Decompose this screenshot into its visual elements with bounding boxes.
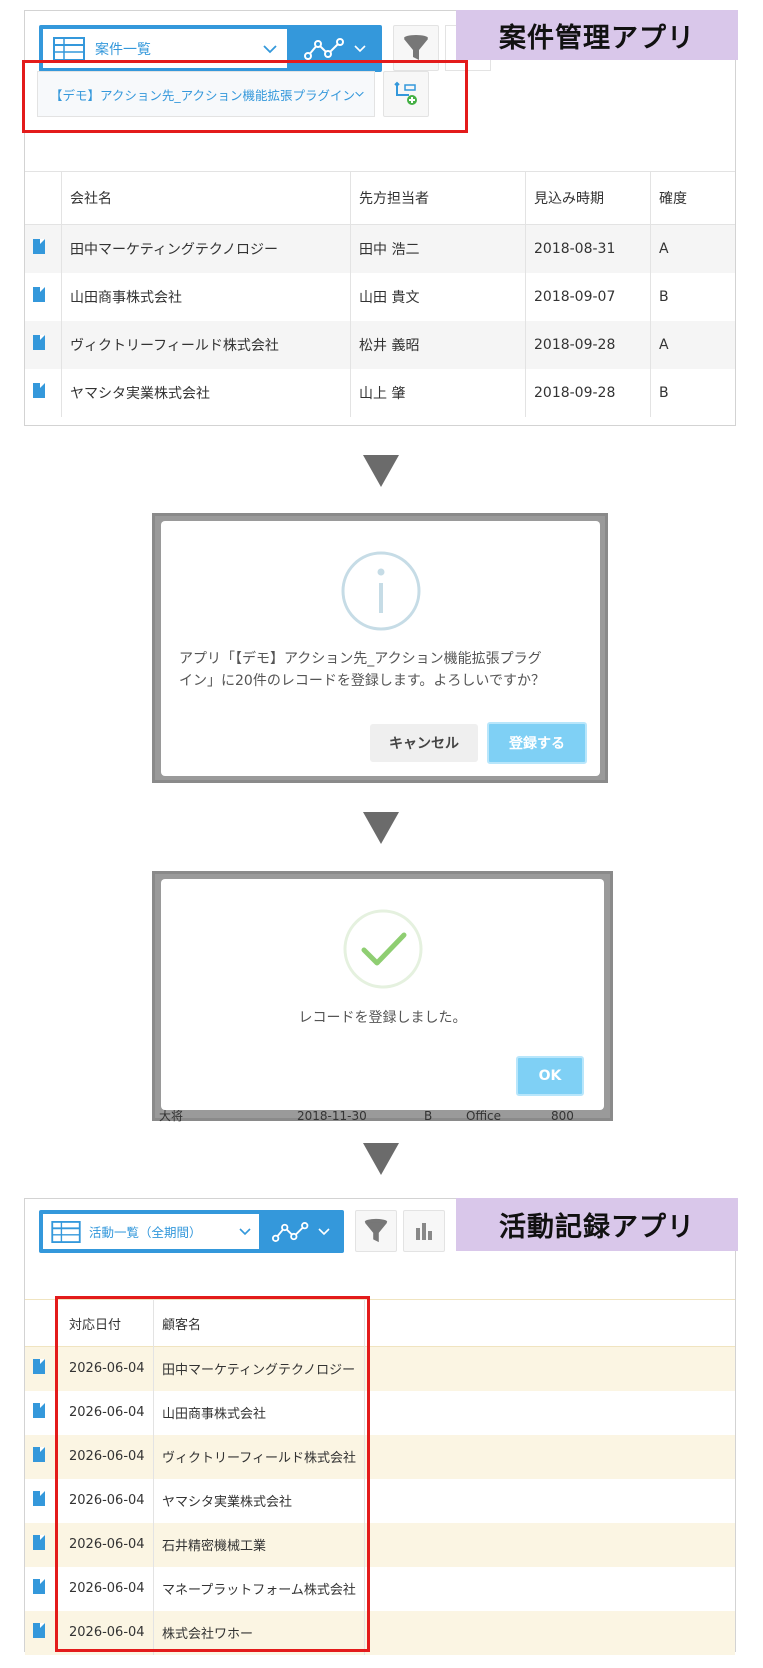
table-row[interactable]: ヴィクトリーフィールド株式会社 松井 義昭 2018-09-28 A (25, 320, 735, 369)
done-message: レコードを登録しました。 (298, 1010, 467, 1026)
bg-cell: 大将 (159, 1110, 184, 1123)
column-header[interactable]: 先方担当者 (350, 171, 526, 225)
column-header[interactable]: 見込み時期 (525, 171, 651, 225)
chart-button[interactable] (403, 1210, 445, 1252)
table-view-icon (51, 1220, 81, 1243)
highlight-plugin-area (22, 60, 468, 133)
record-detail-icon[interactable] (33, 1535, 45, 1550)
cell-company: ヴィクトリーフィールド株式会社 (61, 320, 351, 369)
app-label-activity: 活動記録アプリ (456, 1198, 738, 1251)
graph-icon (304, 37, 344, 60)
filter-icon (364, 1218, 388, 1243)
cell-contact: 田中 浩二 (350, 224, 526, 273)
confirm-dialog: アプリ「【デモ】アクション先_アクション機能拡張プラグ イン」に20件のレコード… (161, 521, 600, 776)
record-detail-icon[interactable] (33, 335, 45, 350)
graph-icon (272, 1221, 309, 1242)
cell-rank: B (659, 288, 669, 305)
cell-date: 2018-09-28 (525, 368, 651, 417)
background-row: 大将 2018-11-30 B Office 800 (159, 1110, 609, 1124)
case-table: 会社名 先方担当者 見込み時期 確度 田中マーケティングテクノロジー 田中 浩二… (25, 171, 735, 417)
app-label-case: 案件管理アプリ (456, 10, 738, 60)
bg-cell: B (424, 1110, 433, 1123)
cell-date: 2018-08-31 (525, 224, 651, 273)
cell-date: 2018-09-28 (525, 320, 651, 369)
done-dialog: レコードを登録しました。 OK (161, 879, 604, 1110)
flow-arrow (363, 455, 399, 487)
table-row[interactable]: 田中マーケティングテクノロジー 田中 浩二 2018-08-31 A (25, 224, 735, 273)
filter-icon (404, 35, 428, 60)
highlight-new-records (55, 1296, 370, 1652)
bg-cell: 2018-11-30 (297, 1110, 367, 1123)
cell-contact: 山上 肇 (350, 368, 526, 417)
record-detail-icon[interactable] (33, 1447, 45, 1462)
record-detail-icon[interactable] (33, 1579, 45, 1594)
ok-button[interactable]: OK (516, 1056, 584, 1096)
cell-rank: A (659, 336, 669, 353)
confirm-message: アプリ「【デモ】アクション先_アクション機能拡張プラグ イン」に20件のレコード… (179, 648, 589, 692)
record-detail-icon[interactable] (33, 1623, 45, 1638)
table-row[interactable]: 山田商事株式会社 山田 貴文 2018-09-07 B (25, 272, 735, 321)
table-header-row: 会社名 先方担当者 見込み時期 確度 (25, 171, 736, 225)
cell-date: 2018-09-07 (525, 272, 651, 321)
cell-company: 山田商事株式会社 (61, 272, 351, 321)
done-dialog-overlay: レコードを登録しました。 OK 大将 2018-11-30 B Office 8… (152, 871, 613, 1124)
cell-company: ヤマシタ実業株式会社 (61, 368, 351, 417)
cell-rank: A (659, 240, 669, 257)
chevron-down-icon (318, 1227, 330, 1235)
record-detail-icon[interactable] (33, 1359, 45, 1375)
submit-button[interactable]: 登録する (487, 722, 587, 764)
info-icon (341, 551, 421, 631)
check-icon (343, 909, 423, 989)
filter-button[interactable] (355, 1210, 397, 1252)
view-select-label: 活動一覧（全期間） (89, 1225, 202, 1240)
confirm-dialog-overlay: アプリ「【デモ】アクション先_アクション機能拡張プラグ イン」に20件のレコード… (152, 513, 608, 783)
bg-cell: Office (466, 1110, 502, 1123)
record-detail-icon[interactable] (33, 1403, 45, 1418)
flow-arrow (363, 1143, 399, 1175)
flow-arrow (363, 812, 399, 844)
graph-view-button[interactable] (261, 1214, 341, 1249)
record-detail-icon[interactable] (33, 287, 45, 302)
bg-cell: 800 (551, 1110, 574, 1123)
confirm-message-line: アプリ「【デモ】アクション先_アクション機能拡張プラグ (179, 651, 542, 667)
cell-contact: 松井 義昭 (350, 320, 526, 369)
table-view-icon (53, 36, 85, 61)
table-row[interactable]: ヤマシタ実業株式会社 山上 肇 2018-09-28 B (25, 368, 735, 417)
view-select[interactable]: 活動一覧（全期間） (39, 1210, 344, 1253)
record-detail-icon[interactable] (33, 239, 45, 255)
chevron-down-icon (354, 44, 366, 52)
record-detail-icon[interactable] (33, 383, 45, 398)
column-header[interactable]: 確度 (651, 172, 736, 225)
chevron-down-icon (263, 44, 277, 53)
record-detail-icon[interactable] (33, 1491, 45, 1506)
column-header[interactable]: 会社名 (61, 171, 351, 225)
cell-rank: B (659, 384, 669, 401)
chevron-down-icon (239, 1227, 251, 1235)
bar-chart-icon (416, 1223, 432, 1240)
cell-contact: 山田 貴文 (350, 272, 526, 321)
confirm-message-line: イン」に20件のレコードを登録します。よろしいですか？ (179, 673, 545, 689)
cell-company: 田中マーケティングテクノロジー (61, 224, 351, 273)
cancel-button[interactable]: キャンセル (370, 724, 478, 762)
view-select-label: 案件一覧 (95, 41, 151, 58)
